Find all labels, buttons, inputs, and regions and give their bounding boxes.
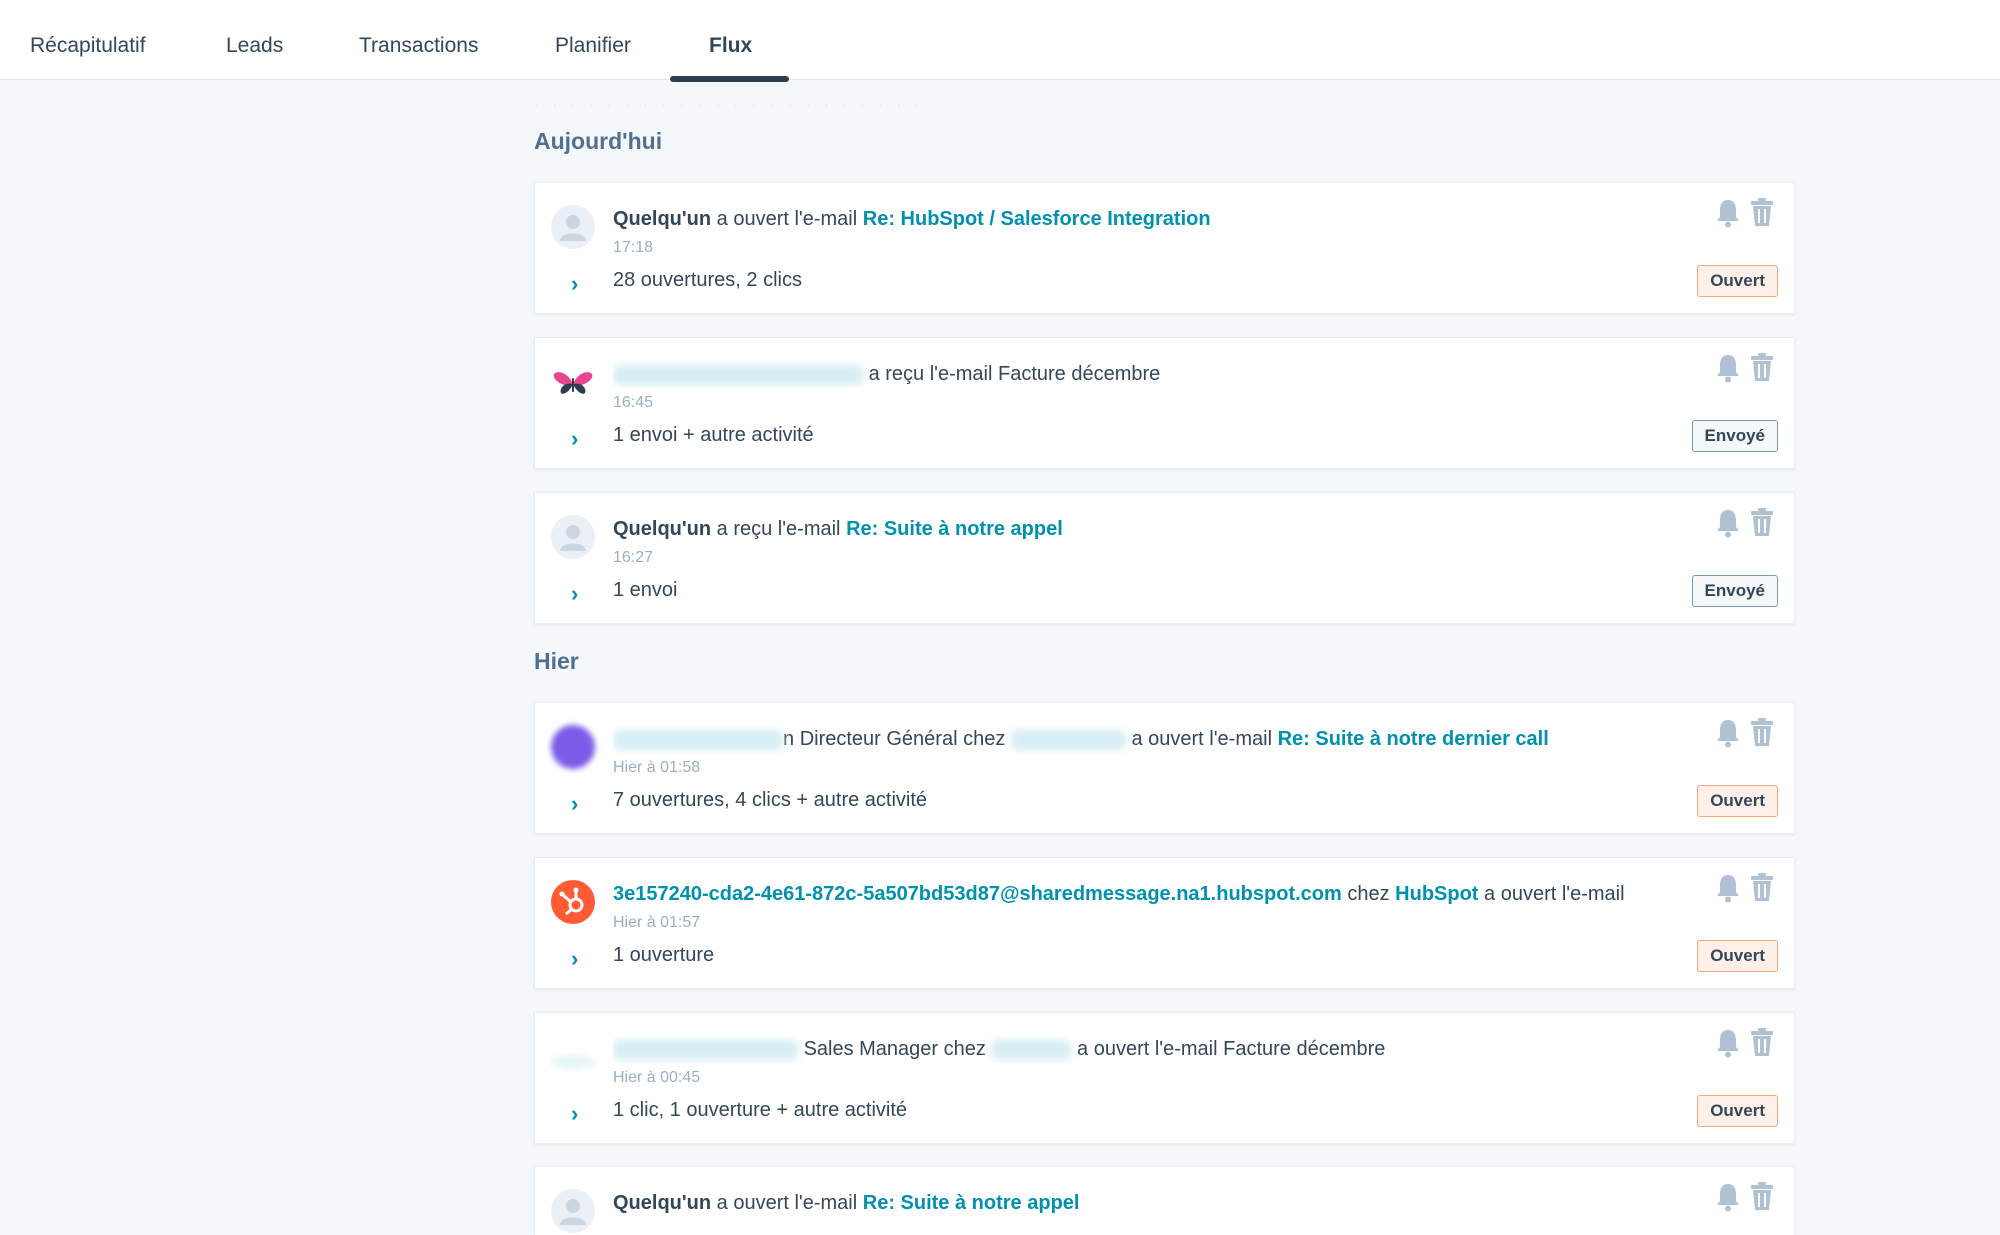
- tab-planifier[interactable]: Planifier: [555, 0, 631, 79]
- status-badge: Envoyé: [1691, 420, 1778, 452]
- bell-icon[interactable]: [1715, 1028, 1741, 1058]
- bell-icon[interactable]: [1715, 508, 1741, 538]
- activity-summary: 1 envoi: [613, 579, 678, 601]
- bell-icon[interactable]: [1715, 353, 1741, 383]
- activity-action: a ouvert l'e-mail: [716, 208, 858, 230]
- activity-time: Hier à 01:58: [613, 759, 701, 776]
- activity-card: Quelqu'un a ouvert l'e-mail Re: HubSpot …: [534, 182, 1795, 314]
- activity-headline: Quelqu'un a reçu l'e-mail Re: Suite à no…: [613, 515, 1674, 543]
- activity-action: a ouvert l'e-mail Facture décembre: [1077, 1038, 1386, 1060]
- email-subject-link[interactable]: Re: HubSpot / Salesforce Integration: [863, 208, 1211, 230]
- actor-name: Quelqu'un: [613, 1192, 712, 1214]
- butterfly-logo-icon: [553, 372, 593, 394]
- activity-card: Quelqu'un a ouvert l'e-mail Re: Suite à …: [534, 1166, 1795, 1235]
- bell-icon[interactable]: [1715, 1182, 1741, 1212]
- avatar: [551, 725, 595, 769]
- activity-action: a ouvert l'e-mail: [1484, 883, 1625, 905]
- email-subject-link[interactable]: Re: Suite à notre appel: [846, 518, 1063, 540]
- trash-icon[interactable]: [1750, 1027, 1774, 1057]
- company-link[interactable]: HubSpot: [1395, 883, 1478, 905]
- chevron-right-icon[interactable]: ›: [571, 271, 578, 297]
- chevron-right-icon[interactable]: ›: [571, 946, 578, 972]
- trash-icon[interactable]: [1750, 1181, 1774, 1211]
- email-subject-link[interactable]: Re: Suite à notre dernier call: [1278, 728, 1549, 750]
- trash-icon[interactable]: [1750, 197, 1774, 227]
- hubspot-sprocket-icon: [559, 887, 584, 916]
- trash-icon[interactable]: [1750, 872, 1774, 902]
- trash-icon[interactable]: [1750, 352, 1774, 382]
- activity-summary: 1 envoi + autre activité: [613, 424, 814, 446]
- activity-time: 16:45: [613, 394, 654, 411]
- activity-card: a reçu l'e-mail Facture décembre 16:45 ›…: [534, 337, 1795, 469]
- activity-card: Sales Manager chez a ouvert l'e-mail Fac…: [534, 1012, 1795, 1144]
- user-icon: [560, 1199, 586, 1225]
- section-heading-yesterday: Hier: [534, 648, 579, 674]
- trash-icon[interactable]: [1750, 507, 1774, 537]
- status-badge: Ouvert: [1697, 785, 1778, 817]
- activity-time: Hier à 01:57: [613, 914, 701, 931]
- avatar: [551, 515, 595, 559]
- tab-transactions[interactable]: Transactions: [359, 0, 478, 79]
- activity-headline: Quelqu'un a ouvert l'e-mail Re: HubSpot …: [613, 205, 1674, 233]
- avatar: [551, 360, 595, 404]
- activity-action: a ouvert l'e-mail: [1131, 728, 1273, 750]
- bell-icon[interactable]: [1715, 873, 1741, 903]
- activity-time: Hier à 00:45: [613, 1069, 701, 1086]
- activity-time: 16:27: [613, 549, 654, 566]
- activity-action: a reçu l'e-mail Facture décembre: [868, 363, 1161, 385]
- activity-headline: 3e157240-cda2-4e61-872c-5a507bd53d87@sha…: [613, 880, 1674, 908]
- tab-leads[interactable]: Leads: [226, 0, 283, 79]
- bell-icon[interactable]: [1715, 198, 1741, 228]
- tab-recapitulatif[interactable]: Récapitulatif: [30, 0, 146, 79]
- activity-summary: 28 ouvertures, 2 clics: [613, 269, 802, 291]
- activity-summary: 1 ouverture: [613, 944, 715, 966]
- status-badge: Envoyé: [1691, 575, 1778, 607]
- activity-headline: Sales Manager chez a ouvert l'e-mail Fac…: [613, 1035, 1674, 1063]
- avatar: [551, 1055, 595, 1069]
- contact-email-link[interactable]: 3e157240-cda2-4e61-872c-5a507bd53d87@sha…: [613, 883, 1342, 905]
- trash-icon[interactable]: [1750, 717, 1774, 747]
- activity-headline: a reçu l'e-mail Facture décembre: [613, 360, 1674, 388]
- activity-card: Quelqu'un a reçu l'e-mail Re: Suite à no…: [534, 492, 1795, 624]
- activity-time: 17:18: [613, 239, 654, 256]
- active-tab-indicator: [670, 76, 789, 82]
- actor-name: Quelqu'un: [613, 518, 712, 540]
- redacted-company: [991, 1039, 1072, 1060]
- redacted-company: [1010, 729, 1126, 750]
- faded-filter-strip: · · · · · · · · · · · · · · · · · · · · …: [535, 100, 925, 111]
- redacted-contact: [613, 1039, 798, 1060]
- redacted-contact: [613, 364, 863, 385]
- avatar: [551, 205, 595, 249]
- top-navigation: Récapitulatif Leads Transactions Planifi…: [0, 0, 2000, 82]
- actor-name: Quelqu'un: [613, 208, 712, 230]
- activity-action: a reçu l'e-mail: [716, 518, 841, 540]
- contact-role: Sales Manager chez: [803, 1038, 986, 1060]
- activity-card: n Directeur Général chez a ouvert l'e-ma…: [534, 702, 1795, 834]
- avatar: [551, 1189, 595, 1233]
- chevron-right-icon[interactable]: ›: [571, 791, 578, 817]
- status-badge: Ouvert: [1697, 265, 1778, 297]
- chevron-right-icon[interactable]: ›: [571, 426, 578, 452]
- email-subject-link[interactable]: Re: Suite à notre appel: [863, 1192, 1080, 1214]
- activity-headline: Quelqu'un a ouvert l'e-mail Re: Suite à …: [613, 1189, 1674, 1217]
- chevron-right-icon[interactable]: ›: [571, 1101, 578, 1127]
- activity-summary: 7 ouvertures, 4 clics + autre activité: [613, 789, 928, 811]
- activity-summary: 1 clic, 1 ouverture + autre activité: [613, 1099, 908, 1121]
- activity-action: a ouvert l'e-mail: [716, 1192, 858, 1214]
- activity-card: 3e157240-cda2-4e61-872c-5a507bd53d87@sha…: [534, 857, 1795, 989]
- status-badge: Ouvert: [1697, 940, 1778, 972]
- chevron-right-icon[interactable]: ›: [571, 581, 578, 607]
- actor-name-tail: n: [783, 728, 795, 750]
- user-icon: [560, 525, 586, 551]
- redacted-contact: [613, 729, 783, 750]
- section-heading-today: Aujourd'hui: [534, 128, 663, 154]
- status-badge: Ouvert: [1697, 1095, 1778, 1127]
- bell-icon[interactable]: [1715, 718, 1741, 748]
- tab-flux[interactable]: Flux: [709, 0, 752, 79]
- user-icon: [560, 215, 586, 241]
- activity-connector: chez: [1347, 883, 1390, 905]
- activity-headline: n Directeur Général chez a ouvert l'e-ma…: [613, 725, 1674, 753]
- avatar: [551, 880, 595, 924]
- contact-role: Directeur Général chez: [799, 728, 1006, 750]
